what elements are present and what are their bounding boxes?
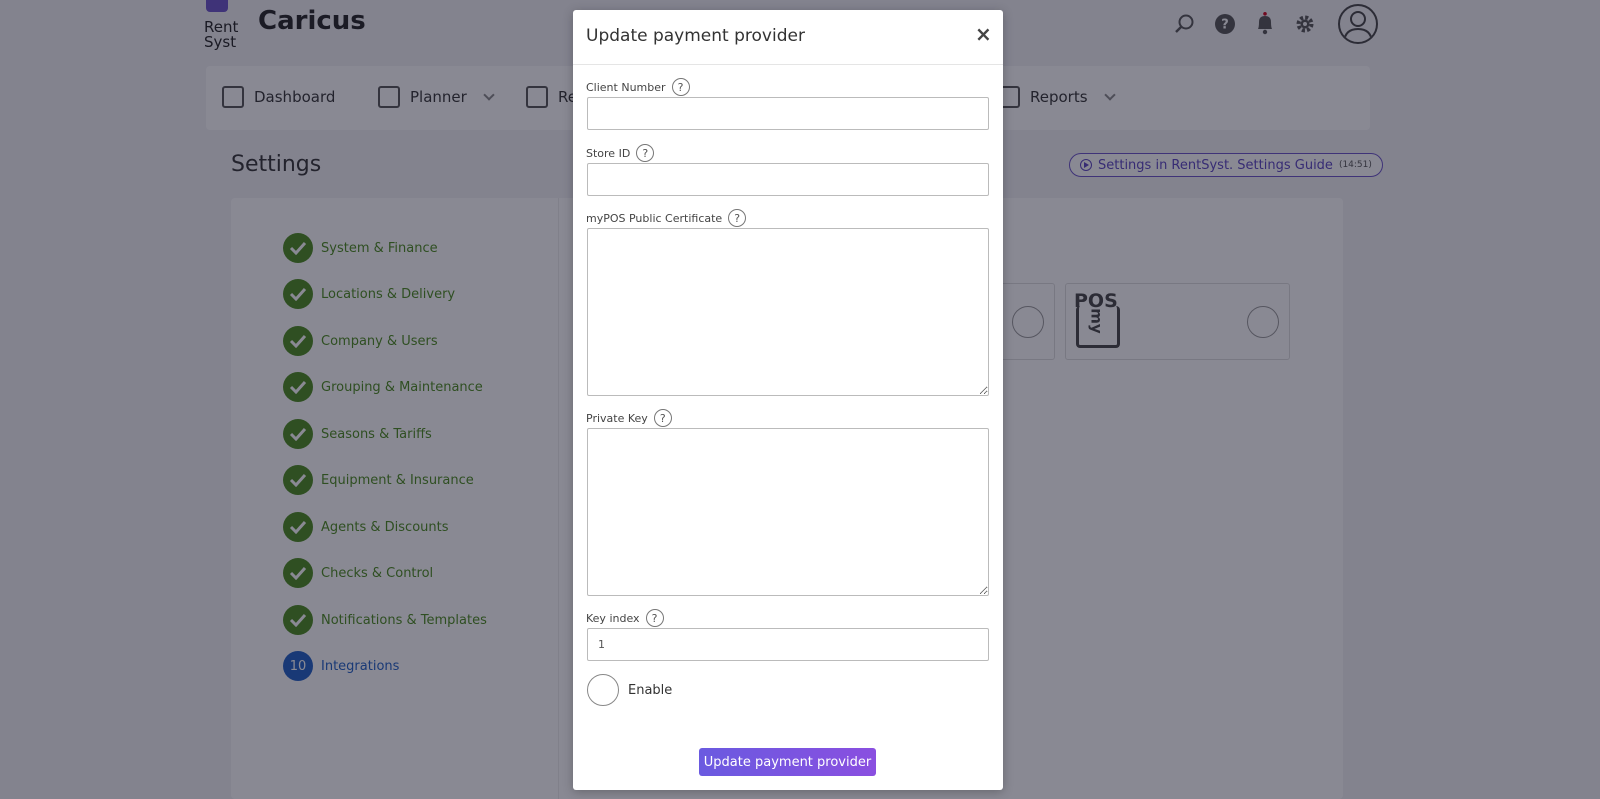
enable-toggle[interactable] (587, 674, 619, 706)
modal-header: Update payment provider × (573, 10, 1003, 65)
public-certificate-textarea[interactable] (587, 228, 989, 396)
field-label-text: Key index (586, 611, 640, 625)
enable-row: Enable (587, 674, 672, 706)
enable-label: Enable (628, 682, 673, 698)
field-label-text: myPOS Public Certificate (586, 211, 723, 225)
update-payment-provider-modal: Update payment provider × Client Number … (573, 10, 1003, 790)
client-number-label: Client Number ? (586, 78, 690, 96)
help-icon[interactable]: ? (653, 409, 672, 427)
update-payment-provider-button[interactable]: Update payment provider (699, 748, 876, 776)
key-index-input[interactable] (587, 628, 989, 661)
close-icon[interactable]: × (975, 22, 992, 46)
private-key-label: Private Key ? (586, 409, 672, 427)
field-label-text: Store ID (586, 146, 631, 160)
help-icon[interactable]: ? (728, 209, 747, 227)
private-key-textarea[interactable] (587, 428, 989, 596)
field-label-text: Client Number (586, 80, 666, 94)
store-id-input[interactable] (587, 163, 989, 196)
key-index-label: Key index ? (586, 609, 664, 627)
client-number-input[interactable] (587, 97, 989, 130)
store-id-label: Store ID ? (586, 144, 655, 162)
help-icon[interactable]: ? (671, 78, 690, 96)
public-certificate-label: myPOS Public Certificate ? (586, 209, 747, 227)
help-icon[interactable]: ? (645, 609, 664, 627)
field-label-text: Private Key (586, 411, 648, 425)
modal-title: Update payment provider (586, 26, 805, 46)
help-icon[interactable]: ? (636, 144, 655, 162)
